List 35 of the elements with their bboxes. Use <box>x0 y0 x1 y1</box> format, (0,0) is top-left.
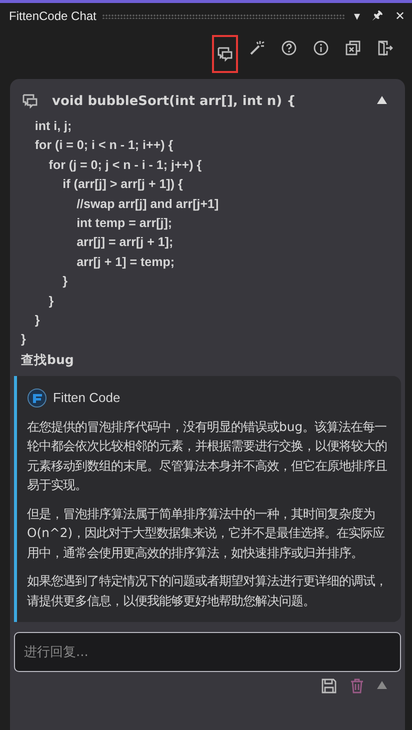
collapse-button[interactable] <box>377 96 387 106</box>
save-icon[interactable] <box>321 678 337 694</box>
info-icon <box>313 40 329 56</box>
toolbar-button[interactable] <box>212 35 238 73</box>
author-name: Fitten Code <box>53 390 120 406</box>
code-line: for (j = 0; j < n - i - 1; j++) { <box>48 156 202 174</box>
window-control[interactable]: ✕ <box>392 9 408 23</box>
prompt-text: 查找bug <box>20 350 74 369</box>
code-line: if (arr[j] > arr[j + 1]) { <box>62 176 183 194</box>
logo-icon <box>27 388 47 408</box>
reply-field[interactable]: 进行回复... <box>14 632 401 672</box>
code-line: arr[j + 1] = temp; <box>76 254 175 271</box>
code-line: void bubbleSort(int arr[], int n) { <box>52 94 297 108</box>
code-line: arr[j] = arr[j + 1]; <box>76 234 174 252</box>
answer-paragraph: 在您提供的冒泡排序代码中，没有明显的错误或bug。该算法在每一轮中都会依次比较相邻的元素，并根据需要进行交换，以便将较大的元素移动到数组的末尾。尽管算法本身并不高效，但它在原地排序且易于实现。 <box>27 418 388 494</box>
answer-paragraph: 但是，冒泡排序算法属于简单排序算法中的一种，其时间复杂度为O(n^2)，因此对于大型数据集来说，它并不是最佳选择。在实际应用中，通常会使用更高效的排序算法，如快速排序或归并排序。 <box>27 504 386 562</box>
window-control[interactable]: ▾ <box>351 9 363 23</box>
scroll-up-button[interactable] <box>377 680 387 692</box>
help-icon <box>281 40 297 56</box>
code-line: for (i = 0; i < n - 1; i++) { <box>34 137 174 154</box>
code-line: int i, j; <box>34 118 72 135</box>
code-line: } <box>48 292 54 310</box>
window-control[interactable]: 🖈 <box>369 6 386 26</box>
answer-paragraph: 如果您遇到了特定情况下的问题或者期望对算法进行更详细的调试，请提供更多信息，以便我能够更好地帮助您解决问题。 <box>27 572 388 610</box>
code-line: } <box>62 273 68 290</box>
magic-wand-icon <box>249 40 265 56</box>
close-windows-icon <box>345 40 361 56</box>
code-line: } <box>21 331 26 348</box>
chat-icon <box>22 93 38 109</box>
code-line: } <box>34 312 40 330</box>
code-line: int temp = arr[j]; <box>76 215 172 232</box>
exit-icon <box>377 40 393 56</box>
chat-icon <box>217 46 233 62</box>
panel-title: FittenCode Chat <box>9 9 96 23</box>
code-line: //swap arr[j] and arr[j+1] <box>76 196 219 213</box>
